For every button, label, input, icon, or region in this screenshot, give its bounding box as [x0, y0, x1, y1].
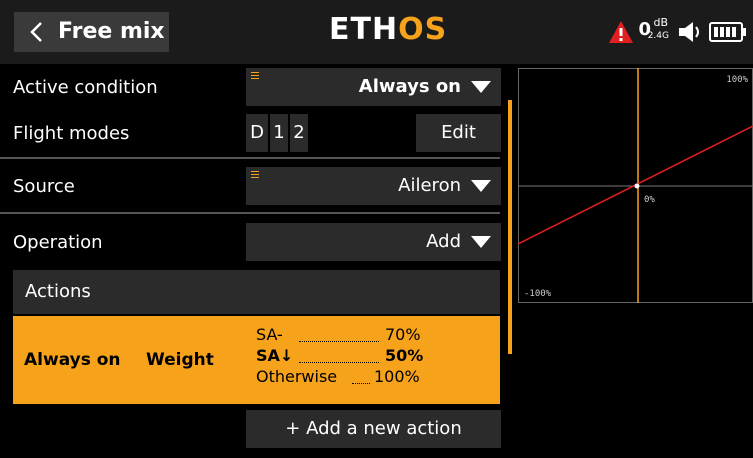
rssi-unit: dB	[653, 16, 668, 29]
source-label: Source	[13, 176, 75, 197]
action-entry-switch: SA↓	[256, 346, 294, 365]
curve-graph-svg: 100% 0% -100%	[517, 68, 753, 303]
back-button[interactable]: Free mix	[14, 12, 169, 52]
divider	[0, 212, 500, 214]
condition-marker-icon	[251, 72, 259, 79]
curve-graph: 100% 0% -100%	[517, 68, 753, 303]
action-type: Weight	[146, 350, 214, 370]
flight-modes-label: Flight modes	[13, 123, 130, 144]
action-entry-value: 70%	[385, 325, 421, 344]
flight-mode-1[interactable]: 1	[270, 114, 288, 152]
dropdown-caret-icon	[471, 236, 491, 248]
actions-header-label: Actions	[25, 281, 91, 302]
add-action-button[interactable]: + Add a new action	[246, 410, 501, 448]
speaker-icon	[679, 22, 699, 42]
flight-modes-edit-button[interactable]: Edit	[416, 114, 501, 152]
warning-icon	[609, 21, 633, 43]
action-condition: Always on	[24, 350, 121, 370]
active-condition-label: Active condition	[13, 77, 158, 98]
source-value: Aileron	[398, 175, 461, 196]
flight-mode-2[interactable]: 2	[290, 114, 308, 152]
actions-header: Actions	[13, 270, 500, 314]
curve-point	[634, 183, 640, 189]
page-title: Free mix	[58, 19, 165, 44]
divider	[0, 157, 500, 159]
operation-select[interactable]: Add	[246, 223, 501, 261]
graph-bottom-label: -100%	[524, 289, 552, 299]
operation-value: Add	[426, 231, 461, 252]
action-item[interactable]: Always on Weight SA- 70% SA↓ 50% Otherwi…	[13, 316, 500, 404]
graph-center-label: 0%	[644, 195, 655, 205]
graph-top-label: 100%	[726, 75, 748, 85]
action-entry-switch: Otherwise	[256, 367, 338, 386]
condition-marker-icon	[251, 171, 259, 178]
dropdown-caret-icon	[471, 81, 491, 93]
action-entry-value: 100%	[374, 367, 420, 386]
active-condition-select[interactable]: Always on	[246, 68, 501, 106]
action-entry-value: 50%	[385, 346, 424, 365]
battery-icon	[709, 22, 746, 42]
title-bar: Free mix ETHOS 0 dB 2.4G	[0, 0, 753, 64]
action-entry-switch: SA-	[256, 325, 283, 344]
active-condition-value: Always on	[358, 76, 461, 97]
dotted-leader	[299, 362, 379, 363]
dotted-leader	[299, 341, 379, 342]
ethos-logo: ETHOS	[329, 12, 448, 47]
dropdown-caret-icon	[471, 180, 491, 192]
flight-mode-D[interactable]: D	[246, 114, 268, 152]
dotted-leader	[352, 383, 370, 384]
source-select[interactable]: Aileron	[246, 167, 501, 205]
band-label: 2.4G	[647, 31, 669, 41]
operation-label: Operation	[13, 232, 103, 253]
scrollbar[interactable]	[508, 100, 512, 354]
back-chevron-icon	[30, 22, 42, 42]
